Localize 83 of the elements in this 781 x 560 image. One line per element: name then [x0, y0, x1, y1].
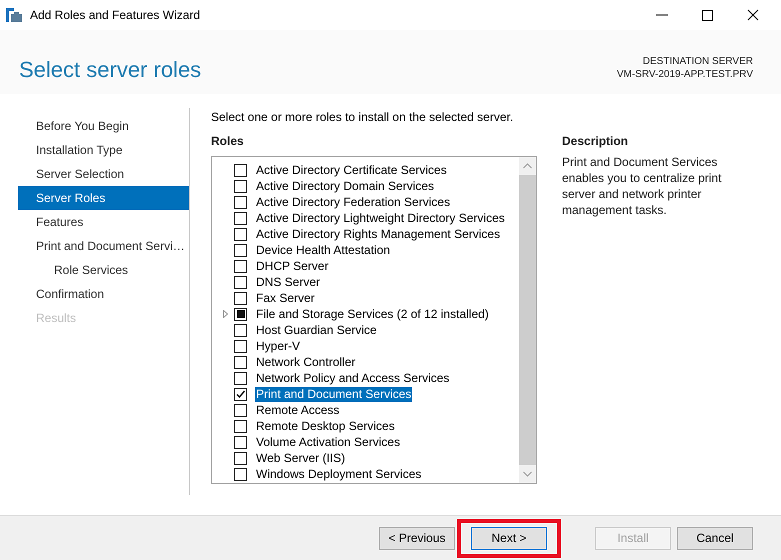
maximize-icon[interactable]	[702, 10, 713, 20]
role-row[interactable]: Web Server (IIS)	[212, 450, 519, 466]
role-label[interactable]: Print and Document Services	[255, 386, 412, 402]
app-icon	[6, 8, 22, 22]
page-title: Select server roles	[19, 57, 202, 83]
step-item[interactable]: Role Services	[18, 258, 189, 282]
role-label[interactable]: Windows Deployment Services	[255, 466, 422, 482]
role-label[interactable]: Hyper-V	[255, 338, 302, 354]
close-icon[interactable]	[747, 9, 759, 21]
checkbox[interactable]	[234, 228, 247, 240]
checkbox[interactable]	[234, 180, 247, 192]
role-label[interactable]: Active Directory Lightweight Directory Services	[255, 210, 506, 226]
role-label[interactable]: Active Directory Certificate Services	[255, 162, 448, 178]
role-row[interactable]: Network Controller	[212, 354, 519, 370]
role-row[interactable]: Remote Access	[212, 402, 519, 418]
wizard-button[interactable]: < Previous	[379, 526, 455, 550]
window-title: Add Roles and Features Wizard	[30, 8, 200, 22]
role-row[interactable]: Active Directory Domain Services	[212, 178, 519, 194]
role-label[interactable]: DHCP Server	[255, 258, 330, 274]
step-item[interactable]: Before You Begin	[18, 114, 189, 138]
checkbox[interactable]	[234, 324, 247, 336]
role-label[interactable]: Active Directory Federation Services	[255, 194, 452, 210]
role-row[interactable]: DHCP Server	[212, 258, 519, 274]
checkbox[interactable]	[234, 260, 247, 272]
checkbox[interactable]	[234, 196, 247, 208]
role-row[interactable]: Hyper-V	[212, 338, 519, 354]
role-row[interactable]: Device Health Attestation	[212, 242, 519, 258]
checkbox[interactable]	[234, 340, 247, 352]
role-row[interactable]: Fax Server	[212, 290, 519, 306]
role-label[interactable]: Fax Server	[255, 290, 316, 306]
checkbox[interactable]	[234, 308, 247, 320]
step-item[interactable]: Server Selection	[18, 162, 189, 186]
role-row[interactable]: Active Directory Federation Services	[212, 194, 519, 210]
description-text: Print and Document Services enables you to centralize print server and network printer management tasks.	[562, 154, 722, 218]
checkbox[interactable]	[234, 356, 247, 368]
role-label[interactable]: Network Controller	[255, 354, 356, 370]
destination-label: DESTINATION SERVER	[642, 55, 753, 68]
role-label[interactable]: Volume Activation Services	[255, 434, 402, 450]
step-item[interactable]: Print and Document Servi…	[18, 234, 189, 258]
role-label[interactable]: Active Directory Rights Management Services	[255, 226, 502, 242]
role-label[interactable]: Remote Access	[255, 402, 340, 418]
checkbox[interactable]	[234, 164, 247, 176]
role-row[interactable]: Network Policy and Access Services	[212, 370, 519, 386]
step-item[interactable]: Confirmation	[18, 282, 189, 306]
role-row[interactable]: Active Directory Lightweight Directory Services	[212, 210, 519, 226]
role-row[interactable]: File and Storage Services (2 of 12 installed)	[212, 306, 519, 322]
role-label[interactable]: DNS Server	[255, 274, 322, 290]
wizard-button[interactable]: Next >	[471, 526, 547, 550]
checkbox[interactable]	[234, 372, 247, 384]
role-row[interactable]: Volume Activation Services	[212, 434, 519, 450]
role-row[interactable]: Active Directory Certificate Services	[212, 162, 519, 178]
role-row[interactable]: Active Directory Rights Management Services	[212, 226, 519, 242]
role-row[interactable]: Print and Document Services	[212, 386, 519, 402]
role-row[interactable]: Host Guardian Service	[212, 322, 519, 338]
role-label[interactable]: Active Directory Domain Services	[255, 178, 436, 194]
checkbox[interactable]	[234, 244, 247, 256]
checkbox[interactable]	[234, 468, 247, 480]
role-label[interactable]: Host Guardian Service	[255, 322, 378, 338]
role-label[interactable]: File and Storage Services (2 of 12 installed)	[255, 306, 490, 322]
description-heading: Description	[562, 134, 630, 150]
instruction-text: Select one or more roles to install on the selected server.	[211, 110, 514, 126]
role-row[interactable]: DNS Server	[212, 274, 519, 290]
checkbox[interactable]	[234, 276, 247, 288]
checkbox[interactable]	[234, 404, 247, 416]
checkbox[interactable]	[234, 420, 247, 432]
checkbox[interactable]	[234, 388, 247, 400]
wizard-button[interactable]: Cancel	[677, 526, 753, 550]
role-label[interactable]: Network Policy and Access Services	[255, 370, 450, 386]
step-item[interactable]: Server Roles	[18, 186, 189, 210]
roles-heading: Roles	[211, 134, 245, 150]
role-label[interactable]: Remote Desktop Services	[255, 418, 396, 434]
checkbox[interactable]	[234, 292, 247, 304]
checkbox[interactable]	[234, 436, 247, 448]
checkbox[interactable]	[234, 452, 247, 464]
destination-server: VM-SRV-2019-APP.TEST.PRV	[616, 68, 753, 81]
step-item[interactable]: Installation Type	[18, 138, 189, 162]
step-item[interactable]: Features	[18, 210, 189, 234]
role-row[interactable]: Windows Deployment Services	[212, 466, 519, 482]
role-label[interactable]: Web Server (IIS)	[255, 450, 346, 466]
checkbox[interactable]	[234, 212, 247, 224]
role-label[interactable]: Device Health Attestation	[255, 242, 392, 258]
role-row[interactable]: Remote Desktop Services	[212, 418, 519, 434]
expand-icon[interactable]	[222, 310, 228, 318]
